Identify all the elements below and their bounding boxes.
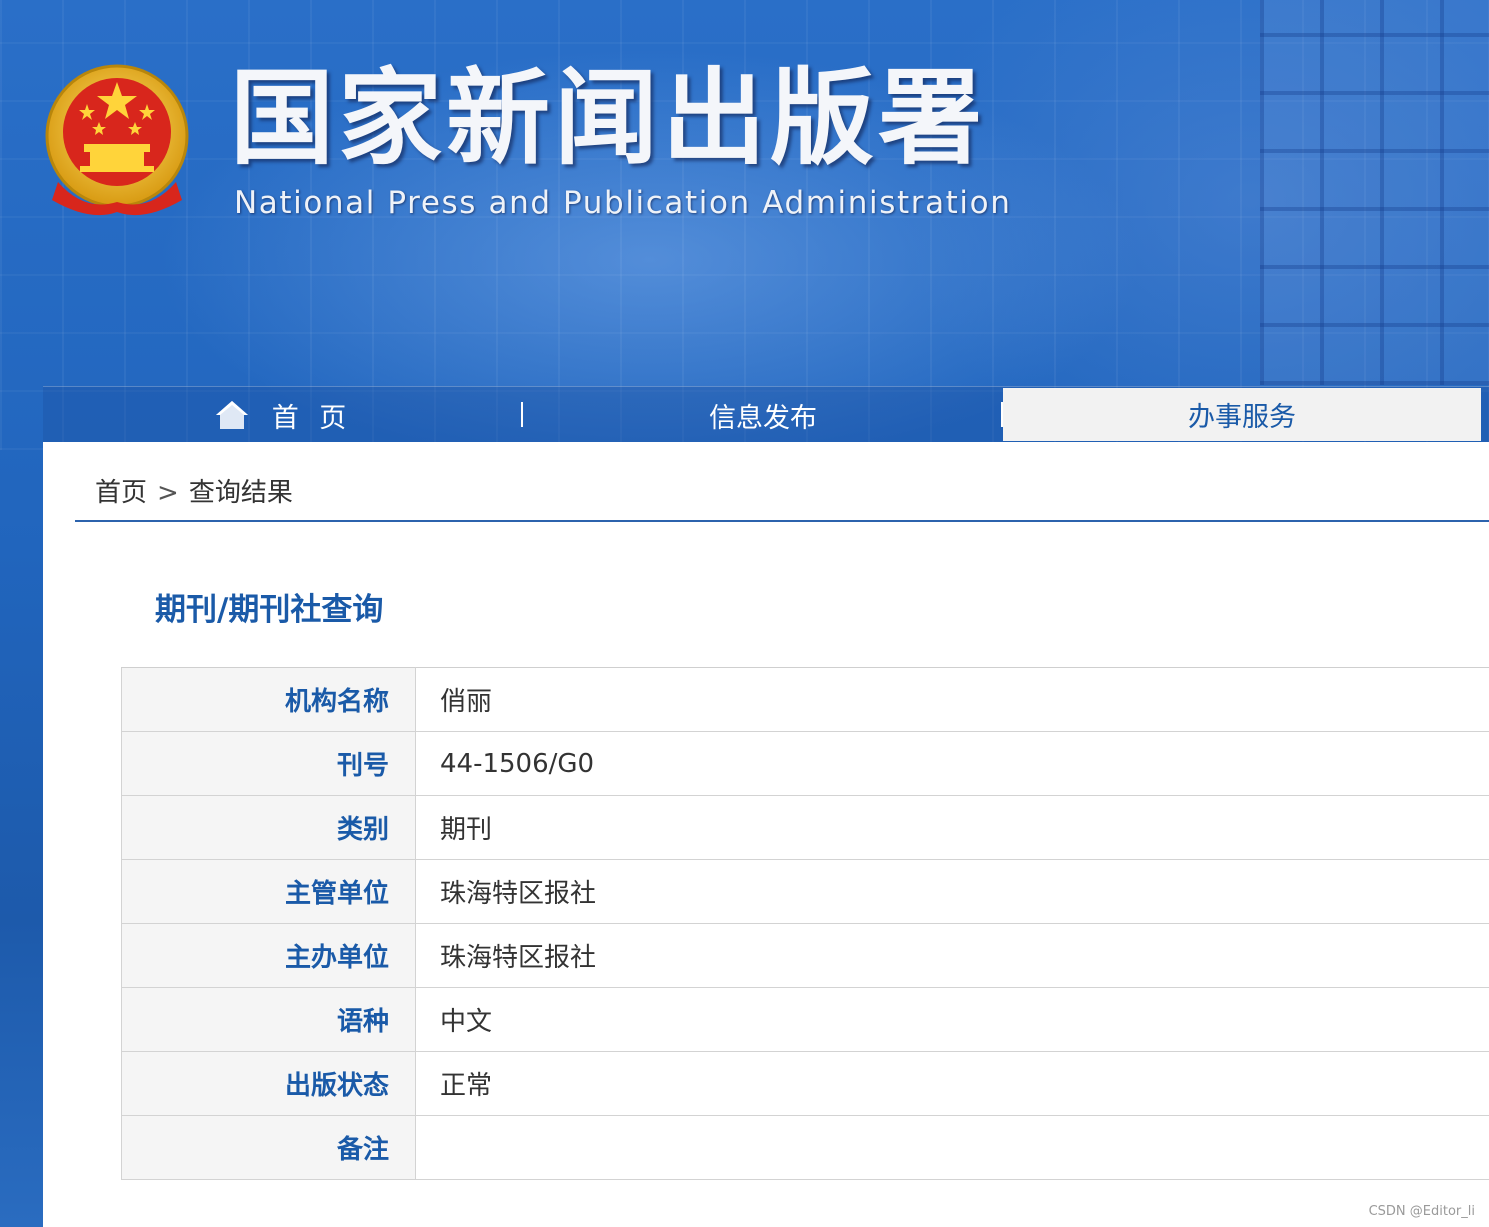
- row-label: 语种: [121, 987, 416, 1052]
- nav-item-service[interactable]: 办事服务: [1003, 388, 1481, 441]
- row-value: 珠海特区报社: [415, 923, 1489, 988]
- main-nav: 首 页 信息发布 办事服务: [43, 386, 1489, 443]
- breadcrumb-home-link[interactable]: 首页: [95, 478, 147, 508]
- nav-item-info[interactable]: 信息发布: [523, 387, 1003, 443]
- seal-grid-pattern: [1260, 0, 1489, 385]
- row-label: 主管单位: [121, 859, 416, 924]
- table-row: 主管单位 珠海特区报社: [121, 859, 1489, 924]
- row-label: 出版状态: [121, 1051, 416, 1116]
- nav-label-info: 信息发布: [709, 402, 817, 434]
- table-row: 语种 中文: [121, 987, 1489, 1052]
- national-emblem-icon: [45, 64, 189, 216]
- row-value: 珠海特区报社: [415, 859, 1489, 924]
- row-value: 中文: [415, 987, 1489, 1052]
- row-value: 俏丽: [415, 667, 1489, 732]
- row-label: 刊号: [121, 731, 416, 796]
- table-row: 备注: [121, 1115, 1489, 1180]
- table-row: 类别 期刊: [121, 795, 1489, 860]
- row-value: 期刊: [415, 795, 1489, 860]
- row-label: 类别: [121, 795, 416, 860]
- row-value: [415, 1115, 1489, 1180]
- table-row: 主办单位 珠海特区报社: [121, 923, 1489, 988]
- site-subtitle: National Press and Publication Administr…: [234, 185, 1012, 221]
- breadcrumb-current: 查询结果: [188, 478, 293, 508]
- breadcrumb: 首页 > 查询结果: [95, 472, 293, 509]
- site-title: 国家新闻出版署: [230, 56, 987, 179]
- row-value: 正常: [415, 1051, 1489, 1116]
- row-label: 主办单位: [121, 923, 416, 988]
- table-row: 刊号 44-1506/G0: [121, 731, 1489, 796]
- nav-label-home: 首 页: [271, 402, 353, 434]
- nav-item-home[interactable]: 首 页: [43, 387, 523, 443]
- nav-label-service: 办事服务: [1188, 402, 1296, 433]
- table-row: 机构名称 俏丽: [121, 667, 1489, 732]
- query-result-table: 机构名称 俏丽 刊号 44-1506/G0 类别 期刊 主管单位 珠海特区报社 …: [121, 667, 1489, 1180]
- watermark: CSDN @Editor_li: [1368, 1204, 1475, 1219]
- breadcrumb-separator: >: [157, 478, 179, 508]
- breadcrumb-divider: [75, 520, 1489, 522]
- row-label: 备注: [121, 1115, 416, 1180]
- home-icon: [215, 401, 248, 429]
- table-row: 出版状态 正常: [121, 1051, 1489, 1116]
- row-label: 机构名称: [121, 667, 416, 732]
- section-title: 期刊/期刊社查询: [155, 592, 384, 628]
- row-value: 44-1506/G0: [415, 731, 1489, 796]
- content-panel: 首页 > 查询结果 期刊/期刊社查询 机构名称 俏丽 刊号 44-1506/G0 类…: [43, 442, 1489, 1227]
